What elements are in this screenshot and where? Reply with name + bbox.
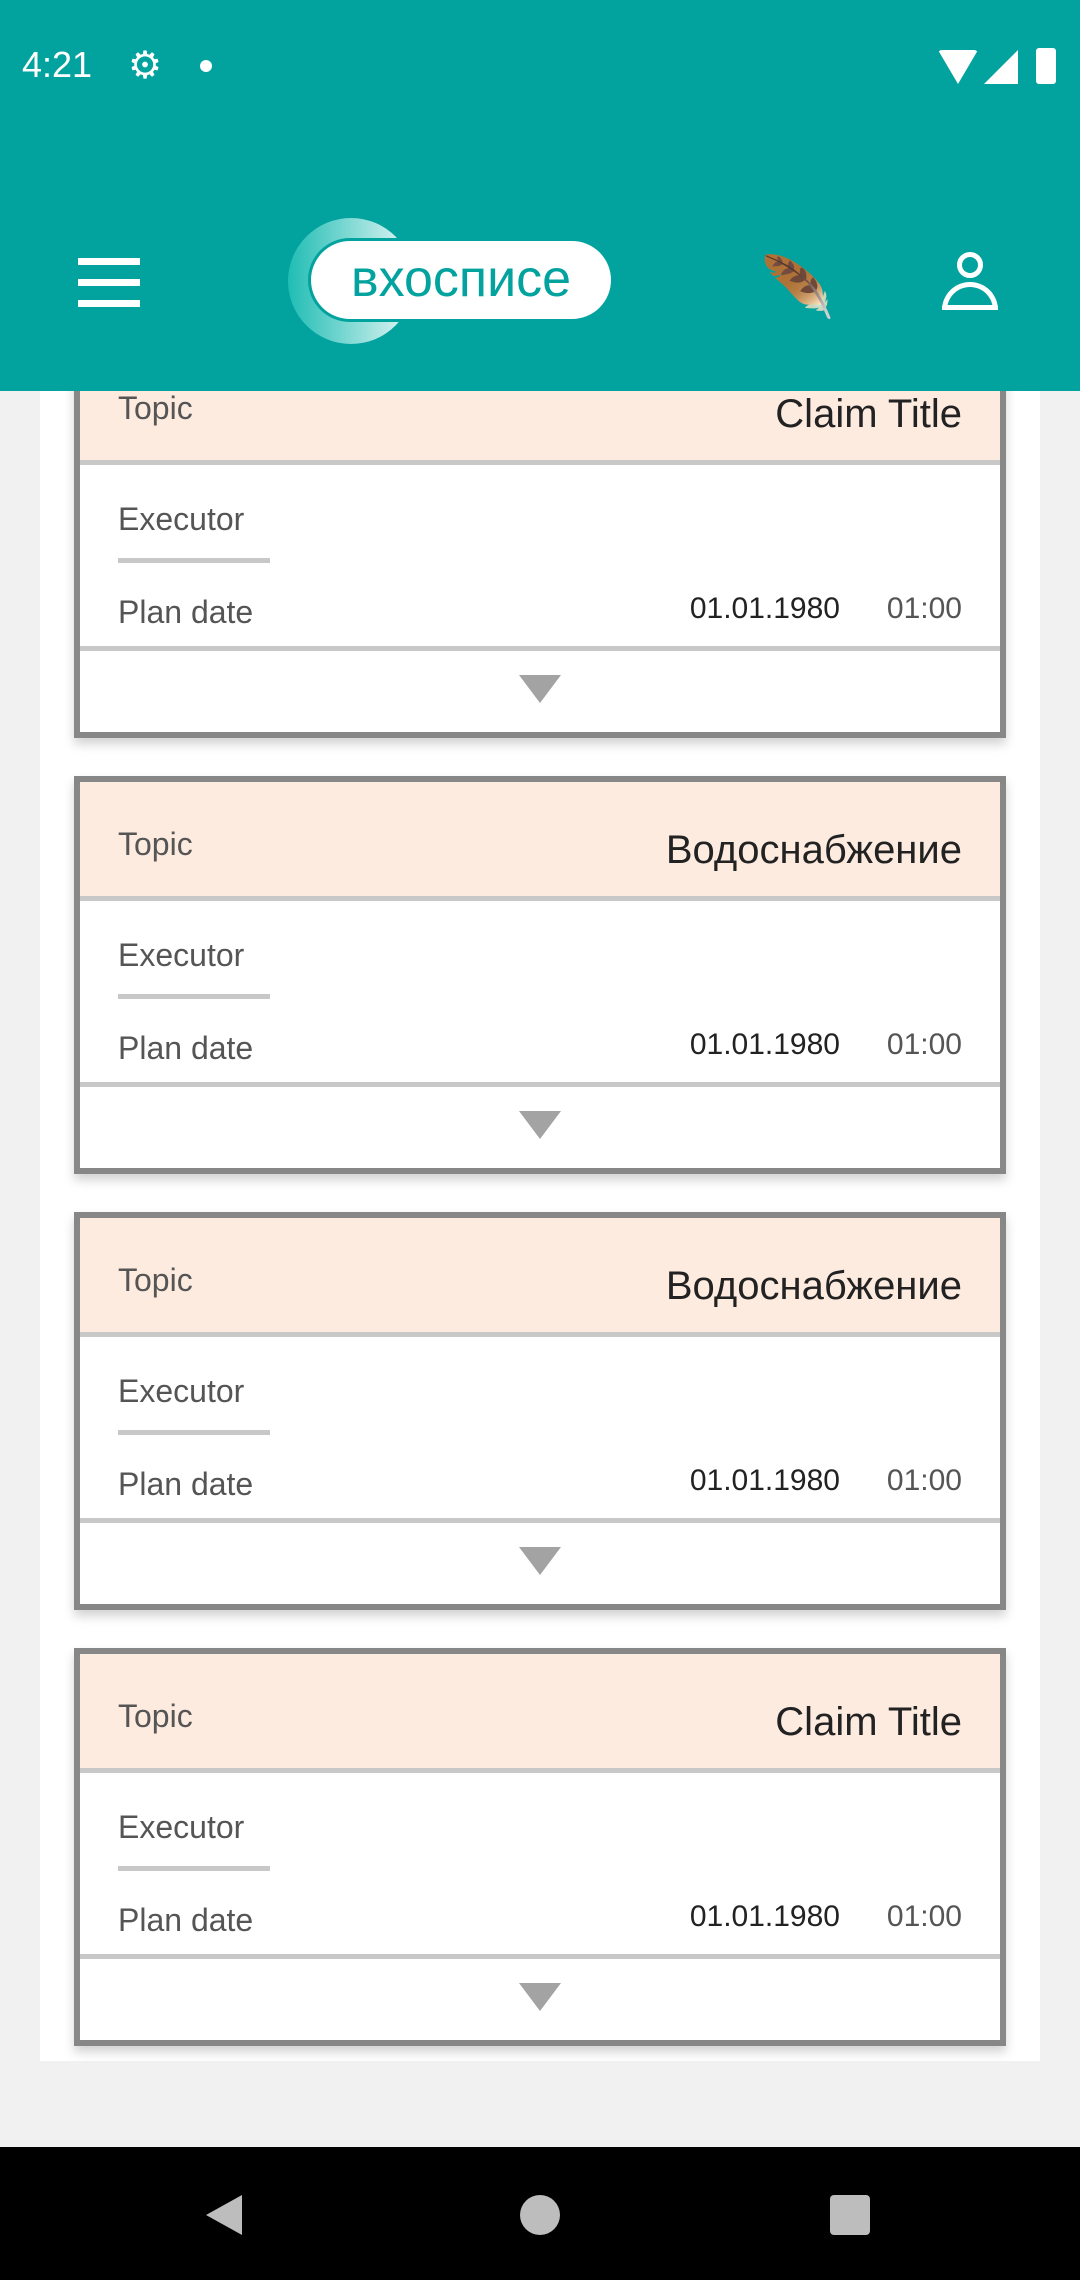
recents-icon[interactable] bbox=[830, 2195, 870, 2235]
plan-date-label: Plan date bbox=[118, 1030, 254, 1066]
plan-date-label: Plan date bbox=[118, 594, 254, 630]
chevron-down-icon bbox=[519, 1547, 561, 1575]
executor-underline bbox=[118, 994, 270, 999]
plan-date-value: 01.01.1980 bbox=[689, 592, 840, 625]
expand-button[interactable] bbox=[80, 1959, 1000, 2040]
battery-icon bbox=[1036, 48, 1056, 84]
executor-label: Executor bbox=[118, 1809, 245, 1845]
claim-card[interactable]: Topic Claim Title Executor Plan date 01.… bbox=[74, 1648, 1006, 2046]
expand-button[interactable] bbox=[80, 1523, 1000, 1604]
menu-icon[interactable] bbox=[78, 258, 140, 307]
system-nav-bar bbox=[0, 2147, 1080, 2280]
status-time: 4:21 bbox=[22, 44, 93, 85]
logo-text: вхосписе bbox=[308, 238, 614, 322]
chevron-down-icon bbox=[519, 1111, 561, 1139]
plan-time-value: 01:00 bbox=[886, 1464, 962, 1497]
plan-date-value: 01.01.1980 bbox=[689, 1464, 840, 1497]
back-icon[interactable] bbox=[206, 2195, 242, 2235]
executor-underline bbox=[118, 1866, 270, 1871]
topic-value: Claim Title bbox=[775, 392, 962, 436]
feather-icon[interactable]: 🪶 bbox=[760, 252, 835, 323]
executor-label: Executor bbox=[118, 937, 245, 973]
executor-label: Executor bbox=[118, 501, 245, 537]
signal-icon bbox=[984, 50, 1018, 84]
plan-time-value: 01:00 bbox=[886, 1028, 962, 1061]
topic-label: Topic bbox=[118, 1698, 193, 1734]
plan-date-value: 01.01.1980 bbox=[689, 1028, 840, 1061]
executor-underline bbox=[118, 558, 270, 563]
plan-time-value: 01:00 bbox=[886, 592, 962, 625]
claim-card[interactable]: Topic Водоснабжение Executor Plan date 0… bbox=[74, 1212, 1006, 1610]
app-bar: вхосписе 🪶 bbox=[0, 130, 1080, 391]
expand-button[interactable] bbox=[80, 1087, 1000, 1168]
wifi-icon bbox=[938, 50, 978, 84]
executor-underline bbox=[118, 1430, 270, 1435]
app-logo: вхосписе bbox=[288, 218, 618, 344]
plan-time-value: 01:00 bbox=[886, 1900, 962, 1933]
plan-date-label: Plan date bbox=[118, 1466, 254, 1502]
user-icon[interactable] bbox=[940, 252, 1000, 312]
claim-card[interactable]: Topic Claim Title Executor Plan date 01.… bbox=[74, 340, 1006, 738]
claim-card[interactable]: Topic Водоснабжение Executor Plan date 0… bbox=[74, 776, 1006, 1174]
topic-value: Водоснабжение bbox=[665, 828, 962, 872]
executor-label: Executor bbox=[118, 1373, 245, 1409]
status-bar: 4:21 ⚙ bbox=[0, 0, 1080, 130]
chevron-down-icon bbox=[519, 1983, 561, 2011]
card-header: Topic Водоснабжение bbox=[80, 782, 1000, 901]
topic-value: Водоснабжение bbox=[665, 1264, 962, 1308]
chevron-down-icon bbox=[519, 675, 561, 703]
card-header: Topic Claim Title bbox=[80, 1654, 1000, 1773]
expand-button[interactable] bbox=[80, 651, 1000, 732]
topic-label: Topic bbox=[118, 390, 193, 426]
topic-value: Claim Title bbox=[775, 1700, 962, 1744]
gear-icon: ⚙ bbox=[128, 45, 163, 87]
home-icon[interactable] bbox=[520, 2195, 560, 2235]
plan-date-label: Plan date bbox=[118, 1902, 254, 1938]
notification-dot-icon bbox=[200, 60, 212, 72]
topic-label: Topic bbox=[118, 826, 193, 862]
plan-date-value: 01.01.1980 bbox=[689, 1900, 840, 1933]
card-header: Topic Водоснабжение bbox=[80, 1218, 1000, 1337]
topic-label: Topic bbox=[118, 1262, 193, 1298]
